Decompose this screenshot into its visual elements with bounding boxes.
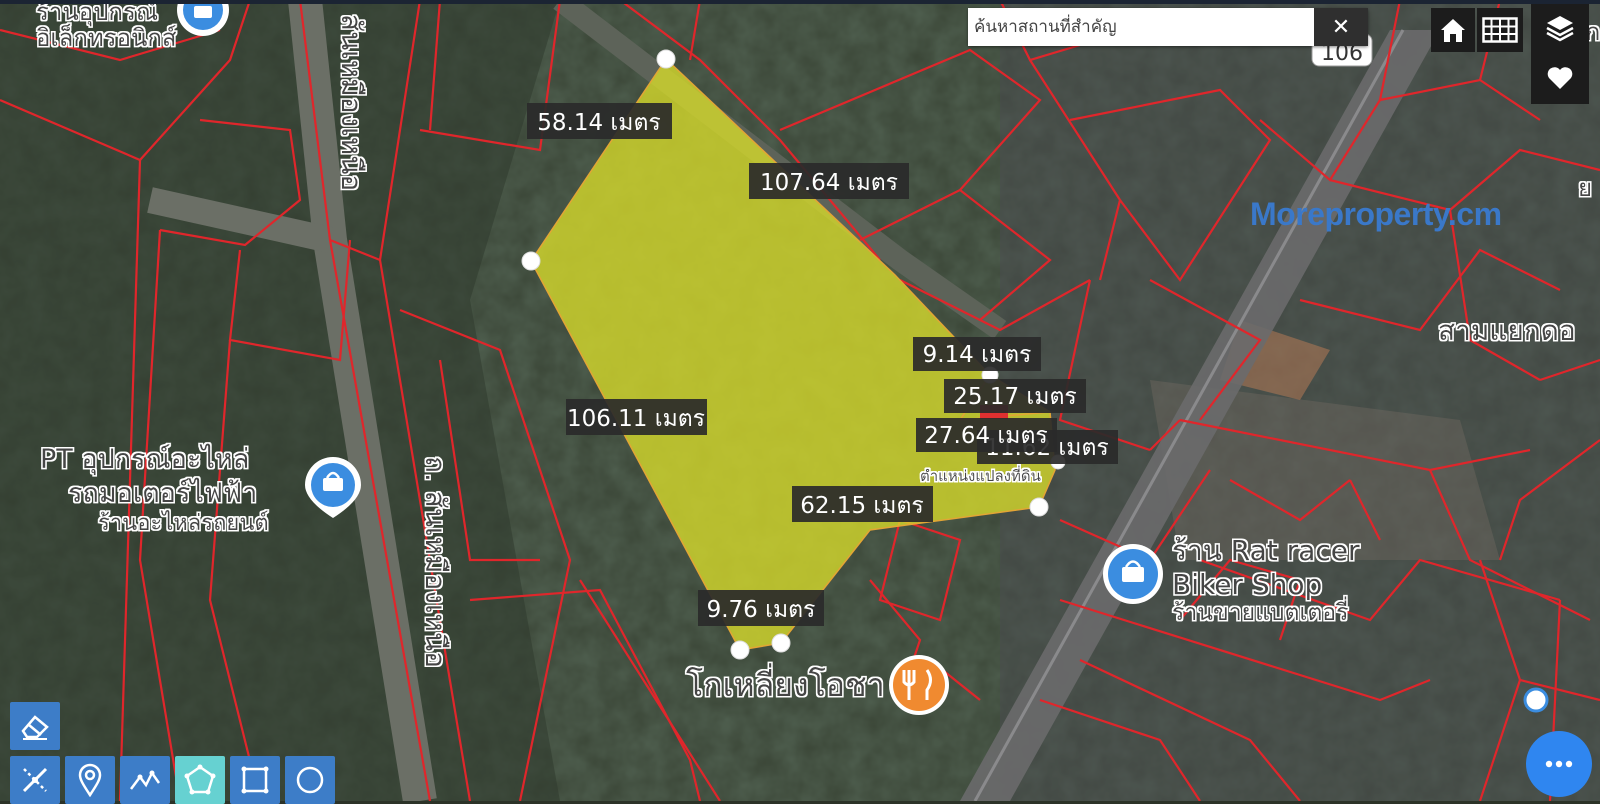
measurement-label: 9.76 เมตร [698, 590, 824, 626]
grid-icon [1482, 17, 1518, 43]
polyline-icon [130, 770, 161, 790]
map-label-biker-shop: Biker Shop [1172, 568, 1322, 601]
vertex-handle[interactable] [771, 633, 791, 653]
measurement-label: 9.14 เมตร [913, 337, 1041, 371]
polyline-tool-button[interactable] [120, 756, 170, 804]
measurement-label: 27.64 เมตร [916, 418, 1057, 452]
layers-icon [1546, 16, 1574, 42]
map-label-road-top: สันเหมืองเหนือ [335, 14, 368, 191]
home-icon [1441, 19, 1465, 42]
vertex-handle[interactable] [521, 251, 541, 271]
eraser-icon [21, 715, 49, 740]
measure-tool-button[interactable] [10, 756, 60, 804]
polygon-icon [184, 764, 216, 795]
measurement-label: 58.14 เมตร [527, 103, 672, 139]
vertex-handle[interactable] [1029, 497, 1049, 517]
svg-text:9.14 เมตร: 9.14 เมตร [923, 342, 1032, 368]
pin-tool-button[interactable] [65, 756, 115, 804]
search-bar: ✕ [968, 8, 1368, 46]
svg-text:62.15 เมตร: 62.15 เมตร [800, 493, 923, 519]
map-label-shop-top-left-2: อิเล็กทรอนิกส์ [36, 23, 177, 52]
svg-text:107.64 เมตร: 107.64 เมตร [760, 170, 898, 196]
map-label-pt-shop: PT อุปกรณ์อะไหล่ [40, 443, 249, 476]
circle-icon [296, 766, 324, 794]
map-label-pt-shop-3: ร้านอะไหล่รถยนต์ [98, 510, 269, 536]
map-label-restaurant: โกเหลี่ยงโอชา [686, 663, 885, 704]
map-label-road-bottom: ถ. สันเหมืองเหนือ [419, 456, 452, 668]
map-label-pt-shop-2: รถมอเตอร์ไฟฟ้า [68, 477, 257, 509]
home-button[interactable] [1431, 8, 1475, 52]
top-strip [0, 0, 1600, 4]
measurement-label: 62.15 เมตร [792, 486, 933, 522]
shop-icon-rat-racer[interactable] [1103, 544, 1163, 604]
svg-text:106.11 เมตร: 106.11 เมตร [567, 406, 705, 432]
map-label-rat-racer: ร้าน Rat racer [1172, 534, 1360, 567]
close-icon[interactable]: ✕ [1314, 8, 1368, 46]
svg-text:25.17 เมตร: 25.17 เมตร [953, 384, 1076, 410]
satellite-map[interactable]: 106 ร้านอุปกรณ์ อิเล็กทรอนิกส์ PT อุปกรณ… [0, 0, 1600, 801]
eraser-button[interactable] [10, 702, 60, 750]
vegetation-area [0, 0, 560, 801]
polygon-tool-button[interactable] [175, 756, 225, 804]
location-dot-icon[interactable] [1523, 687, 1549, 713]
map-label-parcel-position: ตำแหน่งแปลงที่ดิน [920, 465, 1041, 485]
rectangle-icon [241, 766, 269, 794]
map-label-right-mid: ย [1578, 174, 1592, 202]
watermark-logo: Moreproperty.cm [1250, 196, 1502, 233]
map-label-junction: สามแยกดอ [1438, 314, 1576, 347]
search-input[interactable] [968, 8, 1314, 46]
favorite-button[interactable] [1531, 52, 1589, 104]
grid-button[interactable] [1477, 8, 1523, 52]
watermark-brand: Moreproperty [1250, 196, 1448, 232]
watermark-suffix: .cm [1447, 196, 1502, 232]
measure-icon [22, 767, 48, 793]
rectangle-tool-button[interactable] [230, 756, 280, 804]
circle-tool-button[interactable] [285, 756, 335, 804]
heart-icon [1547, 67, 1573, 89]
restaurant-icon[interactable] [889, 655, 949, 715]
pin-icon [78, 763, 102, 797]
svg-text:27.64 เมตร: 27.64 เมตร [924, 423, 1047, 449]
layers-button[interactable] [1531, 4, 1589, 52]
map-label-battery-shop: ร้านขายแบตเตอรี่ [1172, 596, 1348, 626]
vertex-handle[interactable] [656, 49, 676, 69]
svg-text:58.14 เมตร: 58.14 เมตร [537, 110, 660, 136]
more-icon [1545, 760, 1573, 768]
vertex-handle[interactable] [730, 640, 750, 660]
measurement-label: 106.11 เมตร [566, 399, 707, 435]
measurement-label: 25.17 เมตร [944, 379, 1086, 413]
svg-text:9.76 เมตร: 9.76 เมตร [707, 597, 816, 623]
more-options-button[interactable] [1526, 731, 1592, 797]
map-label-shop-top-left: ร้านอุปกรณ์ [36, 0, 158, 27]
measurement-label: 107.64 เมตร [749, 163, 909, 199]
